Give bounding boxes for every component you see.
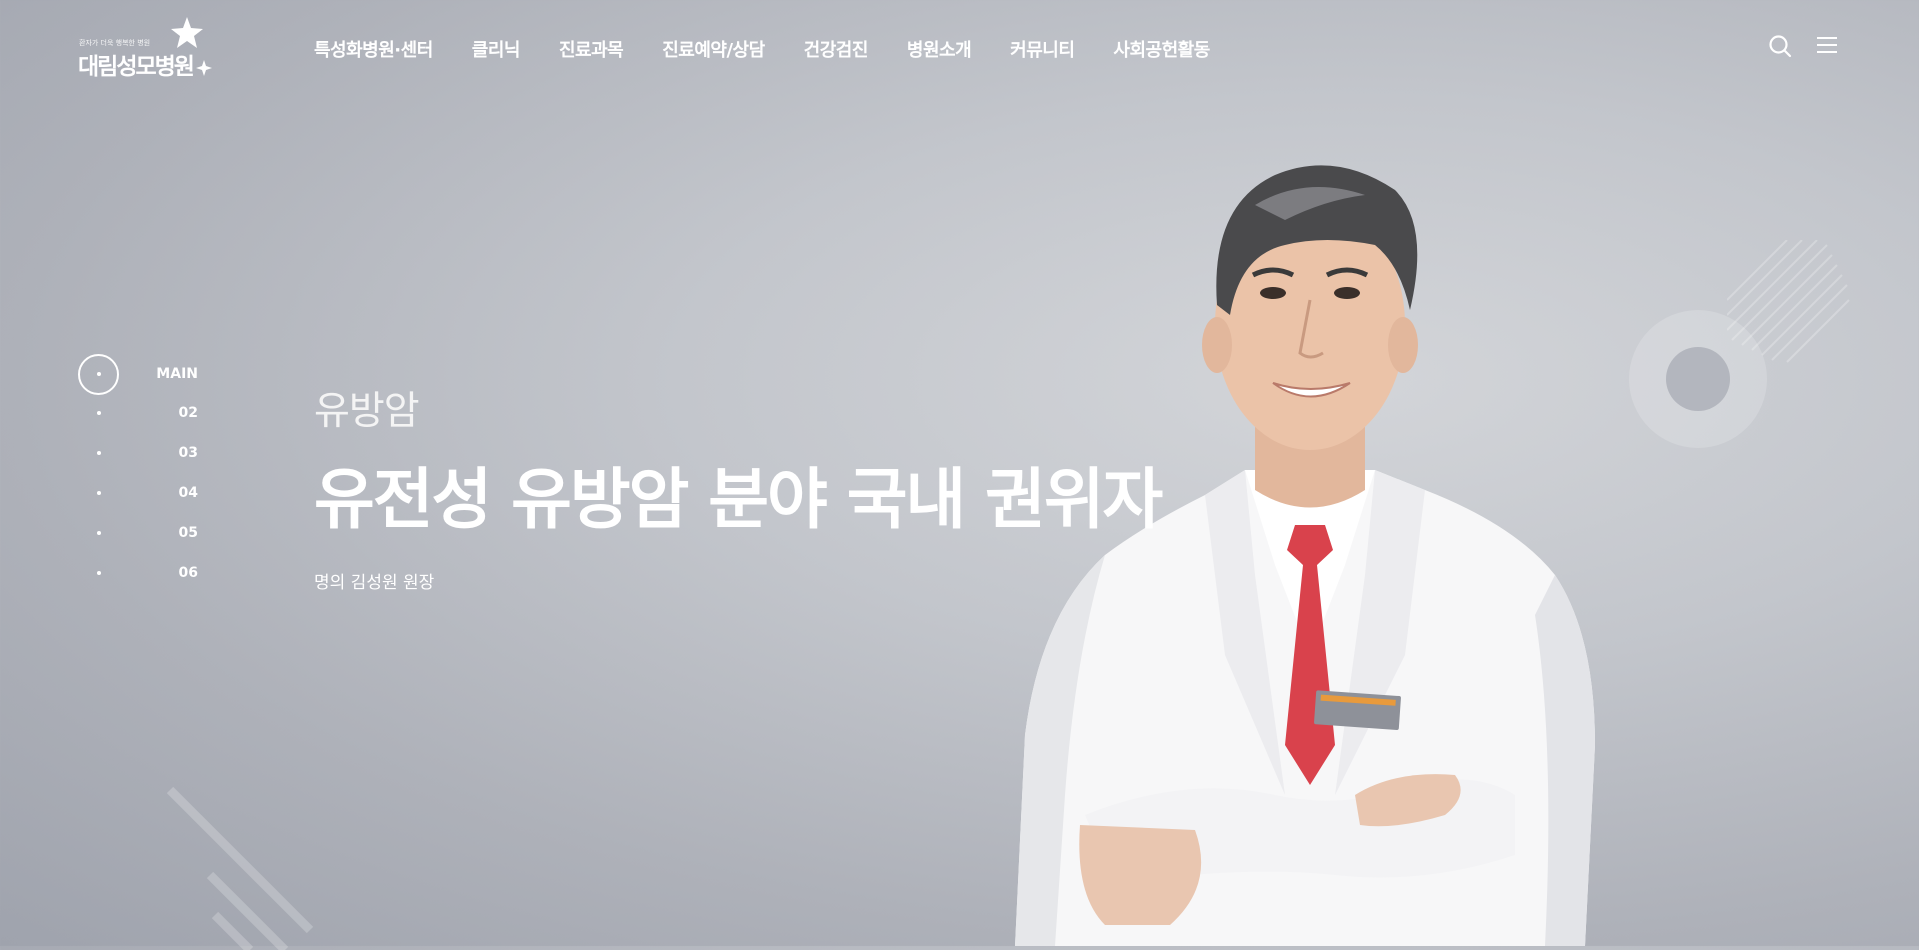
pager-item-02[interactable]: 02 [78, 394, 198, 434]
site-header: 환자가 더욱 행복한 병원 대림성모병원 특성화병원·센터 클리닉 진료과목 진… [0, 0, 1919, 95]
nav-item-specialized-centers[interactable]: 특성화병원·센터 [314, 36, 433, 62]
main-navigation: 특성화병원·센터 클리닉 진료과목 진료예약/상담 건강검진 병원소개 커뮤니티… [314, 36, 1249, 62]
decorative-stripes [1727, 240, 1850, 363]
pager-item-05[interactable]: 05 [78, 514, 198, 554]
logo-name: 대림성모병원 [78, 54, 195, 80]
slide-pager: MAIN 02 03 04 05 06 [78, 354, 198, 594]
nav-item-checkup[interactable]: 건강검진 [804, 36, 869, 62]
nav-item-departments[interactable]: 진료과목 [559, 36, 624, 62]
nav-item-reservation[interactable]: 진료예약/상담 [662, 36, 765, 62]
pager-dot [97, 411, 101, 415]
pager-item-04[interactable]: 04 [78, 474, 198, 514]
star-icon [171, 17, 203, 48]
nav-item-clinic[interactable]: 클리닉 [472, 36, 521, 62]
nav-item-social-contribution[interactable]: 사회공헌활동 [1113, 36, 1210, 62]
pager-item-06[interactable]: 06 [78, 554, 198, 594]
pager-label: 02 [178, 405, 198, 421]
pager-item-03[interactable]: 03 [78, 434, 198, 474]
pager-dot [97, 491, 101, 495]
pager-label: 06 [178, 565, 198, 581]
pager-dot [97, 451, 101, 455]
pager-dot [97, 372, 101, 376]
menu-icon[interactable] [1816, 34, 1838, 56]
pager-label: MAIN [156, 366, 198, 382]
pager-label: 04 [178, 485, 198, 501]
pager-dot [97, 571, 101, 575]
pager-label: 05 [178, 525, 198, 541]
hero-headline: 유전성 유방암 분야 국내 권위자 [314, 461, 1163, 538]
pager-label: 03 [178, 445, 198, 461]
decorative-diagonals [166, 786, 314, 950]
hospital-logo[interactable]: 환자가 더욱 행복한 병원 대림성모병원 [78, 16, 218, 80]
hero-caption: 명의 김성원 원장 [314, 573, 435, 593]
hero-text: 유방암 유전성 유방암 분야 국내 권위자 명의 김성원 원장 [314, 380, 1214, 593]
hero-subtitle: 유방암 [314, 389, 420, 434]
nav-item-community[interactable]: 커뮤니티 [1010, 36, 1075, 62]
pager-item-main[interactable]: MAIN [78, 354, 198, 395]
sparkle-icon [196, 60, 212, 76]
search-icon[interactable] [1768, 34, 1792, 58]
pager-dot [97, 531, 101, 535]
nav-item-about[interactable]: 병원소개 [907, 36, 972, 62]
